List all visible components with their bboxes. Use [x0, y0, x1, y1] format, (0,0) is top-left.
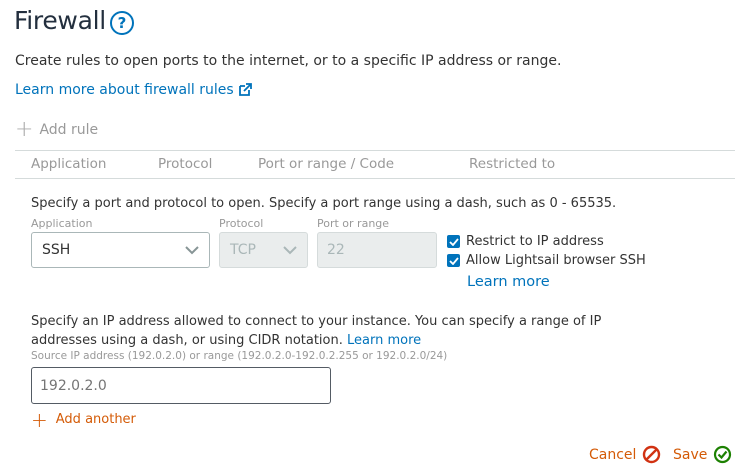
column-header-port: Port or range / Code	[258, 156, 395, 172]
column-header-protocol: Protocol	[158, 156, 213, 172]
save-label: Save	[673, 446, 708, 463]
chevron-down-icon	[283, 245, 297, 254]
learn-more-firewall-link[interactable]: Learn more about firewall rules	[15, 82, 252, 98]
learn-more-ssh-link[interactable]: Learn more	[467, 274, 550, 290]
restrict-ip-checkbox-row[interactable]: Restrict to IP address	[447, 234, 604, 249]
external-link-icon	[238, 83, 252, 96]
rule-instruction: Specify a port and protocol to open. Spe…	[31, 196, 617, 211]
table-header-divider-top	[15, 150, 735, 151]
port-input[interactable]: 22	[317, 232, 437, 268]
page-title: Firewall	[14, 6, 106, 35]
chevron-down-icon	[185, 245, 199, 254]
source-ip-input[interactable]	[31, 367, 331, 404]
plus-icon: +	[15, 117, 34, 142]
add-rule-button[interactable]: + Add rule	[15, 117, 99, 142]
add-another-button[interactable]: + Add another	[31, 407, 136, 432]
ip-description-text: Specify an IP address allowed to connect…	[31, 314, 602, 348]
allow-ssh-checkbox-row[interactable]: Allow Lightsail browser SSH	[447, 253, 646, 268]
application-select[interactable]: SSH	[31, 232, 210, 268]
protocol-select[interactable]: TCP	[219, 232, 308, 268]
cancel-label: Cancel	[589, 446, 637, 463]
column-header-application: Application	[31, 156, 107, 172]
allow-ssh-label: Allow Lightsail browser SSH	[466, 253, 646, 268]
help-icon[interactable]: ?	[110, 11, 134, 35]
add-another-label: Add another	[55, 412, 136, 427]
ip-description: Specify an IP address allowed to connect…	[31, 312, 611, 350]
protocol-value: TCP	[230, 242, 256, 258]
column-header-restricted: Restricted to	[469, 156, 556, 172]
cancel-circle-icon	[643, 445, 661, 464]
restrict-ip-label: Restrict to IP address	[466, 234, 604, 249]
ip-hint: Source IP address (192.0.2.0) or range (…	[31, 350, 448, 362]
checkmark-icon	[448, 237, 459, 246]
table-header-divider-bottom	[15, 178, 735, 179]
check-circle-icon	[714, 445, 732, 464]
protocol-label: Protocol	[219, 217, 264, 230]
learn-more-firewall-label: Learn more about firewall rules	[15, 82, 234, 98]
learn-more-ip-link[interactable]: Learn more	[347, 333, 421, 348]
restrict-ip-checkbox[interactable]	[447, 235, 460, 248]
firewall-description: Create rules to open ports to the intern…	[15, 53, 562, 69]
save-button[interactable]: Save	[673, 445, 732, 464]
port-label: Port or range	[317, 217, 390, 230]
cancel-button[interactable]: Cancel	[589, 445, 661, 464]
application-value: SSH	[42, 242, 71, 258]
application-label: Application	[31, 217, 93, 230]
plus-icon: +	[31, 407, 48, 432]
checkmark-icon	[448, 256, 459, 265]
add-rule-label: Add rule	[39, 122, 99, 138]
allow-ssh-checkbox[interactable]	[447, 254, 460, 267]
